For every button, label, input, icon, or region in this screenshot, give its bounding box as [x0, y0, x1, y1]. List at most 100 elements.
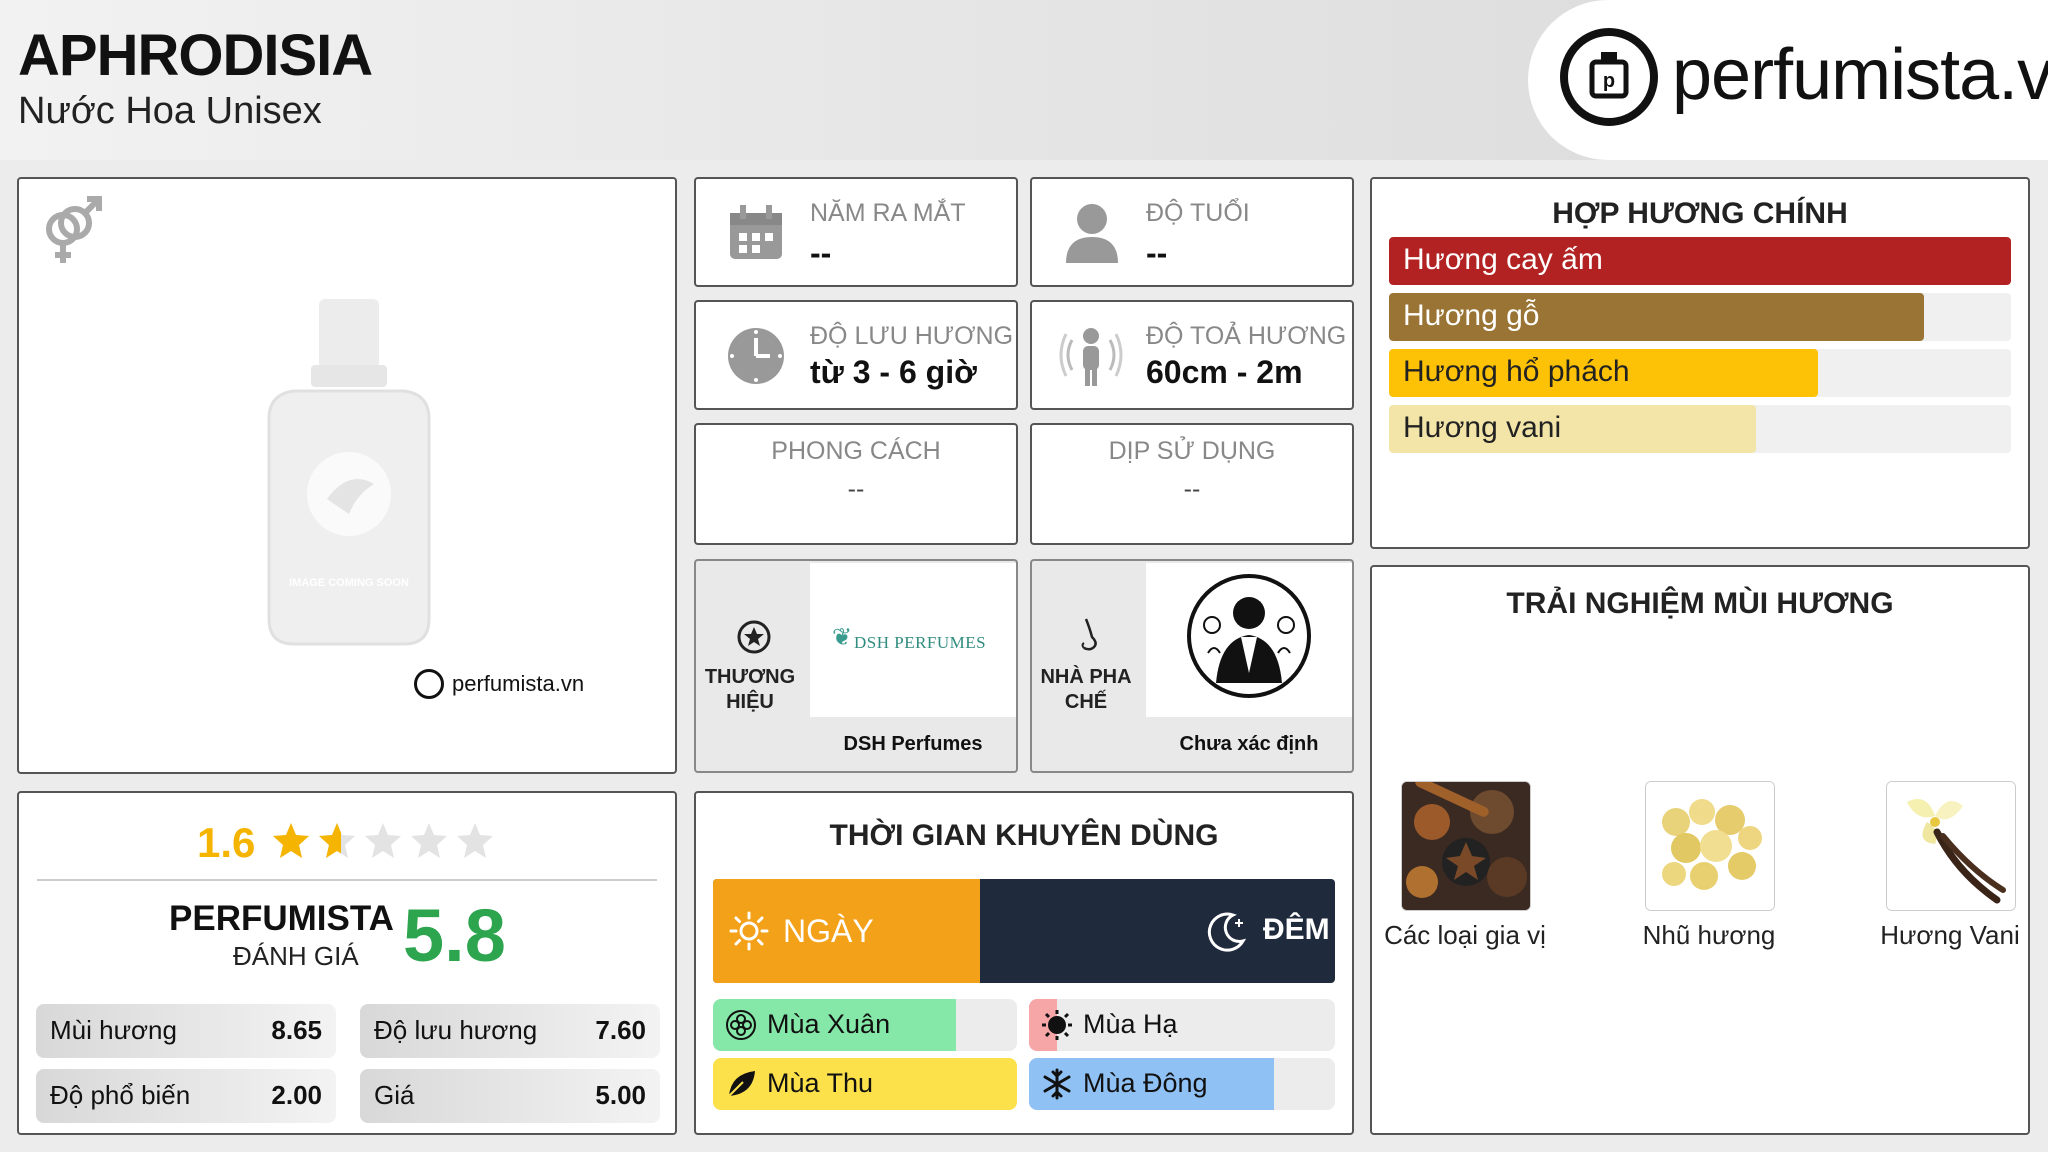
season-label: Mùa Thu — [767, 1068, 874, 1098]
perfumer-label: NHÀ PHA CHẾ — [1040, 666, 1132, 713]
person-icon — [1062, 201, 1122, 270]
brand-card[interactable]: THƯƠNG HIỆU ❦ DSH PERFUMES DSH Perfumes — [694, 559, 1018, 773]
page-header: APHRODISIA Nước Hoa Unisex p perfumista.… — [0, 0, 2048, 160]
spices-image[interactable] — [1401, 781, 1531, 911]
perfumer-image-box — [1146, 563, 1352, 717]
occasion-card: DỊP SỬ DỤNG -- — [1030, 423, 1354, 545]
sun-icon — [1041, 1009, 1073, 1041]
accord-label: Hương gỗ — [1403, 299, 1540, 332]
score-value: 7.60 — [595, 1015, 646, 1045]
score-popularity: Độ phổ biến 2.00 — [36, 1069, 336, 1123]
perfume-bottle-placeholder: IMAGE COMING SOON — [249, 299, 449, 649]
clock-icon — [726, 326, 786, 391]
release-year-label: NĂM RA MẮT — [810, 199, 966, 227]
sillage-person-icon — [1058, 322, 1124, 393]
frankincense-image[interactable] — [1645, 781, 1775, 911]
night-label: ĐÊM — [1263, 913, 1330, 946]
star-icon[interactable] — [271, 821, 311, 861]
main-accords-panel: HỢP HƯƠNG CHÍNH Hương cay ấm Hương gỗ Hươn… — [1370, 177, 2030, 549]
sillage-card: ĐỘ TOẢ HƯƠNG 60cm - 2m — [1030, 300, 1354, 410]
watermark-text: perfumista.vn — [452, 671, 585, 696]
perfumer-name: Chưa xác định — [1179, 733, 1319, 755]
day-label: NGÀY — [783, 913, 874, 949]
star-icon[interactable] — [455, 821, 495, 861]
release-year-card: NĂM RA MẮT -- — [694, 177, 1018, 287]
leaf-icon — [725, 1068, 757, 1100]
main-accords-title: HỢP HƯƠNG CHÍNH — [1552, 197, 1848, 230]
watermark-logo-icon — [414, 669, 444, 699]
score-scent: Mùi hương 8.65 — [36, 1004, 336, 1058]
occasion-label: DỊP SỬ DỤNG — [1108, 437, 1276, 465]
accord-label: Hương hổ phách — [1403, 355, 1630, 388]
accord-bar: Hương cay ấm — [1389, 237, 2011, 285]
perfumista-label: PERFUMISTA — [169, 899, 394, 938]
season-winter: Mùa Đông — [1029, 1058, 1335, 1110]
scent-experience-title: TRẢI NGHIỆM MÙI HƯƠNG — [1506, 587, 1894, 620]
style-value: -- — [847, 475, 865, 503]
longevity-card: ĐỘ LƯU HƯƠNG từ 3 - 6 giờ — [694, 300, 1018, 410]
star-icon[interactable] — [363, 821, 403, 861]
perfumista-logo-icon: p — [1560, 28, 1658, 126]
accord-bar: Hương hổ phách — [1389, 349, 2011, 397]
vanilla-image[interactable] — [1886, 781, 2016, 911]
star-circle-icon — [736, 619, 772, 660]
rating-panel: 1.6 PERFUMISTA ĐÁNH GIÁ 5.8 Mùi hương 8.… — [17, 791, 677, 1135]
accord-bar: Hương gỗ — [1389, 293, 2011, 341]
occasion-value: -- — [1183, 475, 1201, 503]
accord-label: Hương cay ấm — [1403, 243, 1603, 276]
scent-experience-panel: TRẢI NGHIỆM MÙI HƯƠNG Các loại gia vị Nh… — [1370, 565, 2030, 1135]
season-label: Mùa Đông — [1083, 1068, 1208, 1098]
sillage-value: 60cm - 2m — [1146, 354, 1303, 390]
brand-label: THƯƠNG HIỆU — [704, 666, 796, 713]
star-icon[interactable] — [317, 821, 357, 861]
flower-icon — [725, 1009, 757, 1041]
product-subtitle: Nước Hoa Unisex — [18, 90, 322, 132]
brand-logo-icon: ❦ — [832, 624, 853, 651]
community-score: 1.6 — [197, 819, 256, 866]
score-label: Mùi hương — [50, 1015, 177, 1045]
style-label: PHONG CÁCH — [771, 437, 941, 465]
perfumista-sublabel: ĐÁNH GIÁ — [233, 941, 359, 971]
site-logo-text: perfumista.vn — [1672, 35, 2048, 115]
recommended-time-panel: THỜI GIAN KHUYÊN DÙNG NGÀY ĐÊM Mùa Xuân … — [694, 791, 1354, 1135]
night-moon-icon — [1203, 909, 1249, 960]
perfumer-card[interactable]: NHÀ PHA CHẾ Chưa xác định — [1030, 559, 1354, 773]
score-label: Giá — [374, 1080, 415, 1110]
note-label-frankincense: Nhũ hương — [1642, 920, 1776, 950]
image-coming-soon-text: IMAGE COMING SOON — [289, 577, 409, 589]
perfumer-portrait-icon — [1186, 573, 1312, 704]
score-value: 5.00 — [595, 1080, 646, 1110]
rating-divider — [37, 879, 657, 881]
score-value: 2.00 — [271, 1080, 322, 1110]
star-icon[interactable] — [409, 821, 449, 861]
score-longevity: Độ lưu hương 7.60 — [360, 1004, 660, 1058]
product-title: APHRODISIA — [18, 23, 373, 88]
score-price: Giá 5.00 — [360, 1069, 660, 1123]
age-value: -- — [1146, 235, 1168, 271]
svg-text:p: p — [1603, 70, 1615, 92]
product-image-panel: IMAGE COMING SOON perfumista.vn — [17, 177, 677, 774]
style-card: PHONG CÁCH -- — [694, 423, 1018, 545]
score-label: Độ lưu hương — [374, 1015, 538, 1045]
age-card: ĐỘ TUỔI -- — [1030, 177, 1354, 287]
recommended-time-title: THỜI GIAN KHUYÊN DÙNG — [829, 819, 1219, 852]
day-sun-icon — [729, 911, 769, 956]
note-label-spices: Các loại gia vị — [1384, 920, 1546, 950]
calendar-icon — [726, 203, 786, 268]
note-label-vanilla: Hương Vani — [1880, 920, 2020, 950]
score-value: 8.65 — [271, 1015, 322, 1045]
longevity-label: ĐỘ LƯU HƯƠNG — [810, 322, 1014, 350]
brand-logo-text: DSH PERFUMES — [854, 633, 987, 652]
season-label: Mùa Hạ — [1083, 1009, 1178, 1039]
perfumista-score: 5.8 — [403, 894, 506, 977]
nose-icon — [1072, 615, 1108, 660]
brand-logo-box: ❦ DSH PERFUMES — [810, 563, 1016, 717]
longevity-value: từ 3 - 6 giờ — [810, 354, 977, 390]
age-label: ĐỘ TUỔI — [1146, 199, 1250, 227]
day-night-bar: NGÀY ĐÊM — [713, 879, 1335, 983]
season-label: Mùa Xuân — [767, 1009, 891, 1039]
season-spring: Mùa Xuân — [713, 999, 1017, 1051]
release-year-value: -- — [810, 235, 832, 271]
sillage-label: ĐỘ TOẢ HƯƠNG — [1146, 322, 1347, 350]
snowflake-icon — [1041, 1068, 1073, 1100]
